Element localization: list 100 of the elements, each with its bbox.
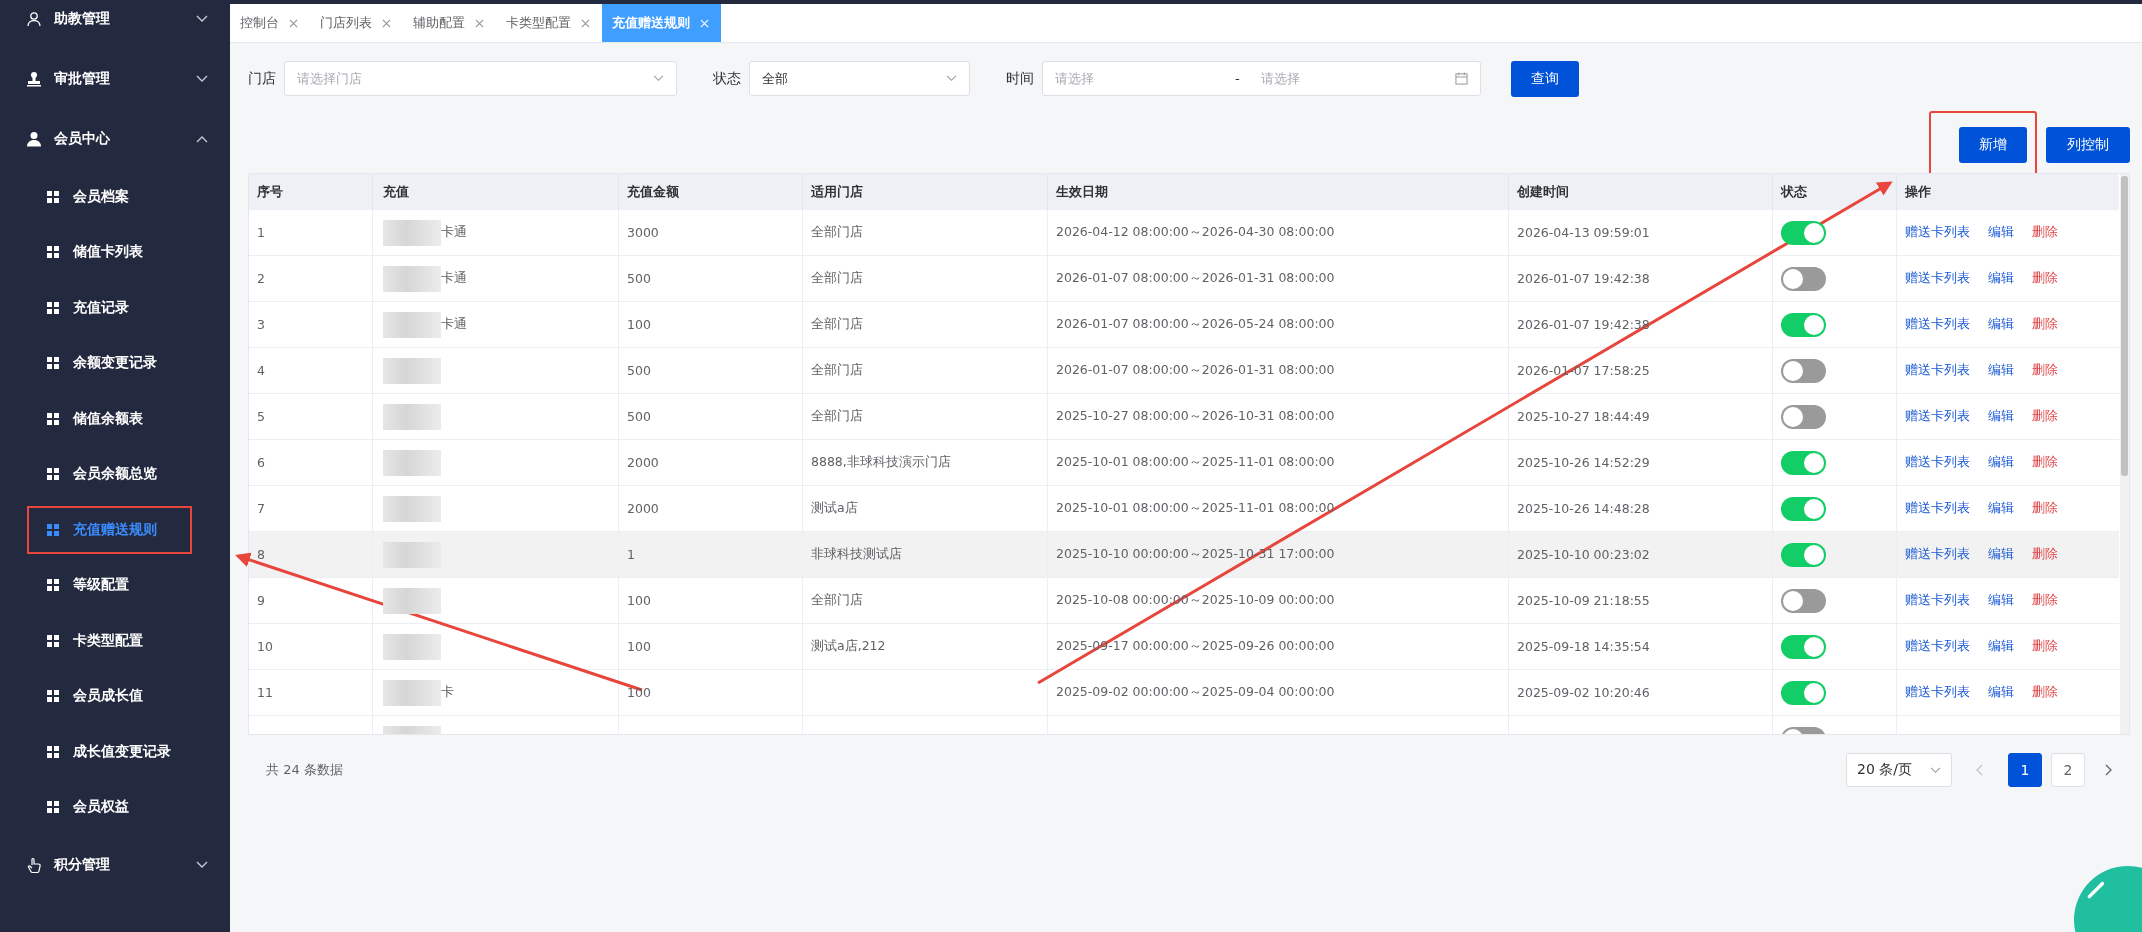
row-action-link[interactable]: 删除 <box>2032 362 2058 379</box>
row-action-link[interactable]: 赠送卡列表 <box>1905 316 1970 333</box>
row-action-link[interactable]: 删除 <box>2032 408 2058 425</box>
close-icon[interactable] <box>289 18 298 28</box>
row-action-link[interactable]: 编辑 <box>1988 270 2014 287</box>
page-size-select[interactable]: 20 条/页 <box>1846 753 1952 787</box>
status-toggle[interactable] <box>1781 450 1826 475</box>
status-toggle[interactable] <box>1781 220 1826 245</box>
row-action-link[interactable]: 删除 <box>2032 546 2058 563</box>
table-cell: 8 <box>257 547 265 562</box>
sidebar-item[interactable]: 等级配置 <box>0 557 230 613</box>
status-toggle[interactable] <box>1781 358 1826 383</box>
menu-group-label: 审批管理 <box>54 70 111 88</box>
page-button[interactable]: 1 <box>2008 753 2042 787</box>
menu-group[interactable]: 审批管理 <box>0 49 230 109</box>
table-cell: 2026-01-07 08:00:00～2026-05-24 08:00:00 <box>1056 316 1335 333</box>
row-action-link[interactable]: 删除 <box>2032 500 2058 517</box>
close-icon[interactable] <box>382 18 391 28</box>
row-action-link[interactable]: 删除 <box>2032 684 2058 701</box>
sidebar-item[interactable]: 充值赠送规则 <box>23 502 196 558</box>
table-cell: 8888,非球科技演示门店 <box>811 454 951 471</box>
row-action-link[interactable]: 编辑 <box>1988 362 2014 379</box>
table-cell: 卡 <box>441 684 454 701</box>
row-action-link[interactable]: 赠送卡列表 <box>1905 454 1970 471</box>
table-cell: 全部门店 <box>811 316 863 333</box>
table-cell: 2000 <box>627 455 659 470</box>
menu-group[interactable]: 会员中心 <box>0 109 230 169</box>
row-action-link[interactable]: 删除 <box>2032 592 2058 609</box>
page-button[interactable]: 2 <box>2051 753 2085 787</box>
row-action-link[interactable]: 赠送卡列表 <box>1905 500 1970 517</box>
table-cell: 测试a店,212 <box>811 638 886 655</box>
status-toggle[interactable] <box>1781 680 1826 705</box>
row-action-link[interactable]: 编辑 <box>1988 454 2014 471</box>
row-action-link[interactable]: 删除 <box>2032 224 2058 241</box>
next-page-icon[interactable] <box>2104 764 2112 776</box>
status-toggle[interactable] <box>1781 404 1826 429</box>
status-toggle[interactable] <box>1781 266 1826 291</box>
table-cell: 9 <box>257 593 265 608</box>
table-cell: 测试a店 <box>811 500 858 517</box>
time-label: 时间 <box>1006 69 1034 88</box>
row-action-link[interactable]: 删除 <box>2032 270 2058 287</box>
close-icon[interactable] <box>475 18 484 28</box>
tab[interactable]: 控制台 <box>230 4 310 42</box>
status-toggle[interactable] <box>1781 634 1826 659</box>
row-action-link[interactable]: 赠送卡列表 <box>1905 362 1970 379</box>
status-toggle[interactable] <box>1781 588 1826 613</box>
table-cell: 全部门店 <box>811 408 863 425</box>
sidebar-item[interactable]: 储值余额表 <box>0 391 230 447</box>
row-action-link[interactable]: 编辑 <box>1988 546 2014 563</box>
redacted-block <box>383 219 441 246</box>
row-action-link[interactable]: 赠送卡列表 <box>1905 224 1970 241</box>
query-button[interactable]: 查询 <box>1511 60 1579 97</box>
action-button[interactable]: 新增 <box>1959 127 2027 163</box>
menu-group[interactable]: 积分管理 <box>0 835 230 895</box>
row-action-link[interactable]: 赠送卡列表 <box>1905 270 1970 287</box>
table-cell: 2025-10-10 00:23:02 <box>1517 547 1650 562</box>
status-toggle[interactable] <box>1781 312 1826 337</box>
status-toggle[interactable] <box>1781 496 1826 521</box>
sidebar-item[interactable]: 成长值变更记录 <box>0 724 230 780</box>
row-action-link[interactable]: 编辑 <box>1988 500 2014 517</box>
grid-icon <box>47 801 59 814</box>
action-button[interactable]: 列控制 <box>2046 127 2130 163</box>
sidebar-item[interactable]: 会员权益 <box>0 779 230 835</box>
row-action-link[interactable]: 赠送卡列表 <box>1905 592 1970 609</box>
sidebar-item[interactable]: 会员档案 <box>0 169 230 225</box>
row-action-link[interactable]: 赠送卡列表 <box>1905 408 1970 425</box>
row-action-link[interactable]: 编辑 <box>1988 684 2014 701</box>
table-cell: 1 <box>627 547 635 562</box>
row-action-link[interactable]: 赠送卡列表 <box>1905 638 1970 655</box>
row-action-link[interactable]: 删除 <box>2032 316 2058 333</box>
sidebar-item[interactable]: 余额变更记录 <box>0 335 230 391</box>
row-action-link[interactable]: 编辑 <box>1988 408 2014 425</box>
close-icon[interactable] <box>581 18 590 28</box>
row-action-link[interactable]: 删除 <box>2032 454 2058 471</box>
table-cell: 全部门店 <box>811 270 863 287</box>
table-cell: 5 <box>257 409 265 424</box>
redacted-block <box>383 311 441 338</box>
tab[interactable]: 门店列表 <box>310 4 403 42</box>
table-cell: 2025-10-09 21:18:55 <box>1517 593 1650 608</box>
status-select[interactable]: 全部 <box>749 61 970 96</box>
row-action-link[interactable]: 赠送卡列表 <box>1905 546 1970 563</box>
tab[interactable]: 卡类型配置 <box>496 4 602 42</box>
row-action-link[interactable]: 编辑 <box>1988 592 2014 609</box>
row-action-link[interactable]: 编辑 <box>1988 316 2014 333</box>
status-toggle[interactable] <box>1781 542 1826 567</box>
grid-icon <box>47 246 59 259</box>
sidebar-item[interactable]: 卡类型配置 <box>0 613 230 669</box>
sidebar-item[interactable]: 储值卡列表 <box>0 224 230 280</box>
menu-group[interactable]: 助教管理 <box>0 0 230 49</box>
row-action-link[interactable]: 编辑 <box>1988 638 2014 655</box>
row-action-link[interactable]: 删除 <box>2032 638 2058 655</box>
date-range-field[interactable]: 请选择 - 请选择 <box>1042 61 1481 96</box>
sidebar-item[interactable]: 会员成长值 <box>0 668 230 724</box>
previous-page-icon[interactable] <box>1976 764 1984 776</box>
sidebar-item[interactable]: 会员余额总览 <box>0 446 230 502</box>
row-action-link[interactable]: 编辑 <box>1988 224 2014 241</box>
sidebar-item[interactable]: 充值记录 <box>0 280 230 336</box>
scrollbar[interactable] <box>2120 174 2129 734</box>
row-action-link[interactable]: 赠送卡列表 <box>1905 684 1970 701</box>
tab[interactable]: 辅助配置 <box>403 4 496 42</box>
